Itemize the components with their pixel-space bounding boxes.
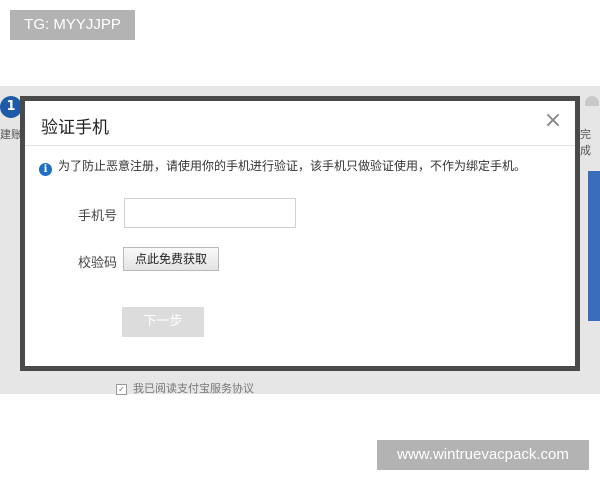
agreement-checkbox[interactable]: ✓ xyxy=(116,383,127,395)
info-text: 为了防止恶意注册，请使用你的手机进行验证，该手机只做验证使用，不作为绑定手机。 xyxy=(58,159,527,173)
watermark-top-left: TG: MYYJJPP xyxy=(10,10,135,40)
phone-input[interactable] xyxy=(124,198,296,228)
phone-label: 手机号 xyxy=(77,209,117,224)
code-label: 校验码 xyxy=(77,256,117,271)
step-dot xyxy=(585,96,599,106)
info-message: i 为了防止恶意注册，请使用你的手机进行验证，该手机只做验证使用，不作为绑定手机。 xyxy=(39,157,526,176)
dialog-header: 验证手机 × xyxy=(25,101,575,146)
get-code-button[interactable]: 点此免费获取 xyxy=(123,247,219,271)
info-icon: i xyxy=(39,163,52,176)
background-side-bar xyxy=(588,171,600,321)
watermark-bottom-right: www.wintruevacpack.com xyxy=(377,440,589,470)
step-label-right: 完成 xyxy=(580,128,591,157)
close-icon[interactable]: × xyxy=(541,109,565,133)
verify-phone-dialog: 验证手机 × i 为了防止恶意注册，请使用你的手机进行验证，该手机只做验证使用，不… xyxy=(20,96,580,371)
dialog-title: 验证手机 xyxy=(41,118,109,138)
step-indicator: 1 xyxy=(0,96,22,118)
agreement-row: ✓ 我已阅读支付宝服务协议 xyxy=(116,380,254,396)
step-label-left: 建账 xyxy=(0,128,22,141)
next-button[interactable]: 下一步 xyxy=(122,307,204,337)
agreement-text: 我已阅读支付宝服务协议 xyxy=(133,382,254,395)
